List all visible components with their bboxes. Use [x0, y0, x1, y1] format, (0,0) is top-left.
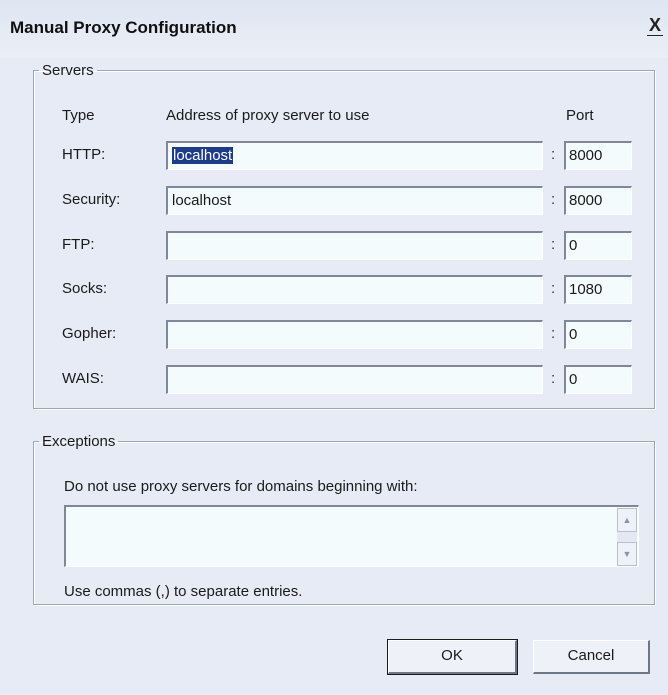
proxy-address-value: localhost	[172, 147, 234, 164]
proxy-address-input[interactable]	[166, 320, 543, 349]
port-separator: :	[551, 370, 556, 387]
proxy-type-label: Gopher:	[62, 325, 117, 342]
proxy-address-input[interactable]	[166, 365, 543, 394]
exceptions-legend: Exceptions	[42, 433, 116, 450]
scroll-down-icon[interactable]: ▼	[617, 542, 637, 566]
proxy-port-input[interactable]: 0	[564, 320, 632, 349]
close-icon[interactable]: X	[646, 14, 664, 36]
proxy-address-input[interactable]	[166, 275, 543, 304]
proxy-port-input[interactable]: 8000	[564, 186, 632, 215]
port-column-header: Port	[566, 107, 594, 124]
port-separator: :	[551, 236, 556, 253]
proxy-type-label: WAIS:	[62, 370, 104, 387]
window-title: Manual Proxy Configuration	[10, 18, 237, 37]
title-bar: Manual Proxy Configuration X	[0, 0, 668, 58]
proxy-port-input[interactable]: 0	[564, 231, 632, 260]
proxy-port-input[interactable]: 1080	[564, 275, 632, 304]
proxy-type-label: FTP:	[62, 236, 95, 253]
proxy-address-value: localhost	[172, 192, 232, 209]
exceptions-scrollbar[interactable]: ▲ ▼	[617, 508, 637, 566]
exceptions-hint: Use commas (,) to separate entries.	[64, 583, 303, 600]
exceptions-label: Do not use proxy servers for domains beg…	[64, 478, 418, 495]
exceptions-textarea[interactable]: ▲ ▼	[64, 505, 639, 567]
exceptions-group: Exceptions Do not use proxy servers for …	[33, 433, 655, 605]
proxy-type-label: Security:	[62, 191, 121, 208]
proxy-port-input[interactable]: 0	[564, 365, 632, 394]
proxy-port-input[interactable]: 8000	[564, 141, 632, 170]
port-separator: :	[551, 146, 556, 163]
port-separator: :	[551, 325, 556, 342]
port-separator: :	[551, 280, 556, 297]
cancel-button[interactable]: Cancel	[533, 640, 650, 674]
proxy-address-input[interactable]	[166, 231, 543, 260]
scroll-up-icon[interactable]: ▲	[617, 508, 637, 532]
proxy-type-label: Socks:	[62, 280, 108, 297]
ok-button[interactable]: OK	[387, 639, 518, 675]
proxy-address-input[interactable]: localhost	[166, 186, 543, 215]
servers-legend: Servers	[42, 62, 94, 79]
address-column-header: Address of proxy server to use	[166, 107, 370, 124]
proxy-address-input[interactable]: localhost	[166, 141, 543, 170]
servers-group: Servers Type Address of proxy server to …	[33, 62, 655, 409]
proxy-type-label: HTTP:	[62, 146, 106, 163]
type-column-header: Type	[62, 107, 95, 124]
port-separator: :	[551, 191, 556, 208]
